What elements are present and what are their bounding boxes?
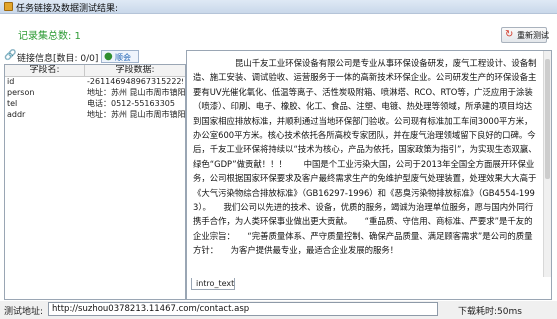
url-label: 测试地址: (4, 307, 44, 317)
column-header-value[interactable]: 字段数据: (85, 65, 185, 76)
elapsed-time: 下载耗时:50ms (458, 307, 522, 317)
link-info-label: 链接信息[数目: 0/0] (17, 54, 99, 64)
record-count: 记录集总数: 1 (18, 31, 81, 42)
vertical-scrollbar[interactable] (543, 51, 551, 277)
tab-intro-text[interactable]: intro_text (191, 278, 235, 290)
table-row[interactable]: tel 电话：0512-55163305 (5, 99, 185, 109)
field-name: id (7, 77, 15, 86)
field-value: 地址：苏州 昆山市周市镇阳... (87, 88, 185, 97)
field-value: 地址：苏州 昆山市周市镇阳... (87, 110, 185, 119)
site-tab[interactable]: ● 顺会网 (101, 50, 139, 73)
retest-button[interactable]: ↻ 重新测试 (501, 27, 549, 43)
link-icon: 🔗 (4, 50, 17, 61)
field-grid[interactable]: 字段名: 字段数据: id -2611469489673152229 perso… (4, 64, 186, 300)
field-value: -2611469489673152229 (87, 77, 183, 86)
status-bar: 测试地址: 下载耗时:50ms (0, 301, 557, 319)
title-bar: 任务链接及数据测试结果: (0, 0, 557, 14)
scrollbar-thumb[interactable] (545, 59, 550, 179)
main-panel: 记录集总数: 1 ↻ 重新测试 🔗 链接信息[数目: 0/0] ● 顺会网 字段… (0, 14, 557, 319)
refresh-icon: ↻ (505, 29, 514, 40)
app-icon (4, 2, 13, 11)
retest-button-label: 重新测试 (517, 31, 549, 40)
field-name: person (7, 88, 35, 97)
content-panel: 昆山千友工业环保设备有限公司是专业从事环保设备研发，废气工程设计、设备制造、施工… (186, 50, 552, 300)
field-name: addr (7, 110, 26, 119)
table-row[interactable]: addr 地址：苏州 昆山市周市镇阳... (5, 110, 185, 120)
tab-intro-text-label: intro_text (196, 279, 235, 288)
table-row[interactable]: person 地址：苏州 昆山市周市镇阳... (5, 88, 185, 98)
table-row[interactable]: id -2611469489673152229 (5, 77, 185, 87)
field-value: 电话：0512-55163305 (87, 99, 175, 108)
url-input[interactable] (48, 302, 438, 316)
content-text-area[interactable]: 昆山千友工业环保设备有限公司是专业从事环保设备研发，废气工程设计、设备制造、施工… (187, 51, 543, 277)
field-name: tel (7, 99, 18, 108)
content-text: 昆山千友工业环保设备有限公司是专业从事环保设备研发，废气工程设计、设备制造、施工… (193, 58, 537, 256)
window-title: 任务链接及数据测试结果: (16, 4, 119, 14)
column-header-name[interactable]: 字段名: (5, 65, 85, 76)
grid-header: 字段名: 字段数据: (5, 65, 185, 77)
globe-icon: ● (104, 51, 113, 62)
